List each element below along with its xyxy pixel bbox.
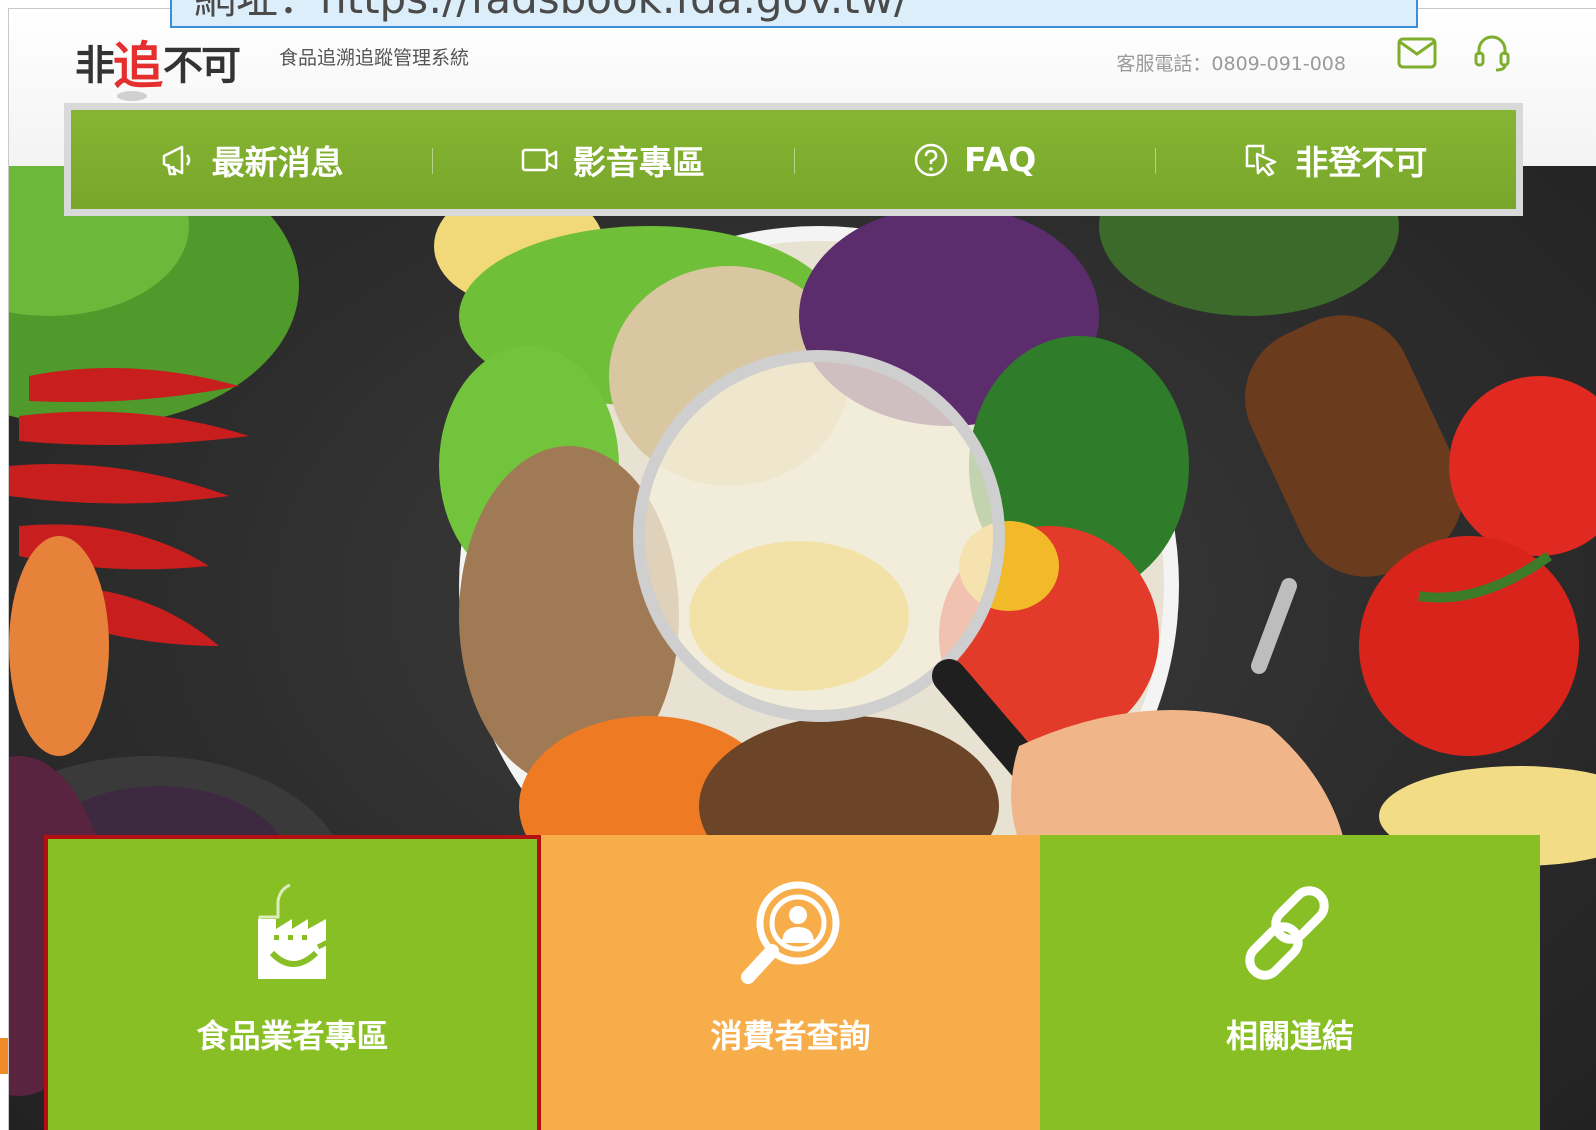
url-banner: 網址：https://fadsbook.fda.gov.tw/	[170, 0, 1418, 28]
customer-service-phone: 客服電話：0809-091-008	[1116, 53, 1346, 75]
nav-item-faq[interactable]: FAQ	[793, 110, 1155, 209]
consumer-search-icon	[740, 881, 839, 984]
tile-label-consumer-search: 消費者查詢	[710, 1017, 871, 1055]
factory-food-icon	[257, 883, 335, 979]
tile-food-business[interactable]: 食品業者專區	[44, 835, 541, 1130]
cursor-click-icon	[1246, 144, 1277, 176]
logo-char-right: 不可	[163, 43, 241, 89]
logo-char-mid: 追	[113, 37, 163, 101]
logo-char-left: 非	[75, 43, 115, 89]
nav-label-faq: FAQ	[963, 140, 1037, 179]
nav-label-video: 影音專區	[572, 142, 705, 182]
headset-icon[interactable]	[1472, 33, 1512, 73]
question-circle-icon	[914, 143, 948, 176]
site-logo[interactable]: 非 追 不可	[75, 27, 241, 101]
nav-item-news[interactable]: 最新消息	[71, 110, 432, 209]
tile-consumer-search[interactable]: 消費者查詢	[541, 835, 1040, 1130]
page: 非 追 不可 食品追溯追蹤管理系統 客服電話：0809-091-008 最新消息…	[0, 0, 1596, 1130]
nav-label-register: 非登不可	[1295, 142, 1428, 182]
video-camera-icon	[521, 148, 558, 171]
main-nav: 最新消息 影音專區 FAQ 非登不可	[71, 110, 1516, 209]
tile-label-related-links: 相關連結	[1225, 1017, 1354, 1055]
link-icon	[1245, 886, 1329, 980]
mail-icon[interactable]	[1397, 37, 1437, 69]
nav-label-news: 最新消息	[211, 142, 344, 182]
tile-related-links[interactable]: 相關連結	[1040, 835, 1540, 1130]
nav-item-video[interactable]: 影音專區	[432, 110, 793, 209]
site-tagline: 食品追溯追蹤管理系統	[279, 47, 470, 69]
side-edge-marker	[0, 1038, 9, 1074]
nav-item-register[interactable]: 非登不可	[1154, 110, 1516, 209]
megaphone-icon	[162, 145, 190, 175]
tile-label-food-business: 食品業者專區	[196, 1017, 389, 1055]
